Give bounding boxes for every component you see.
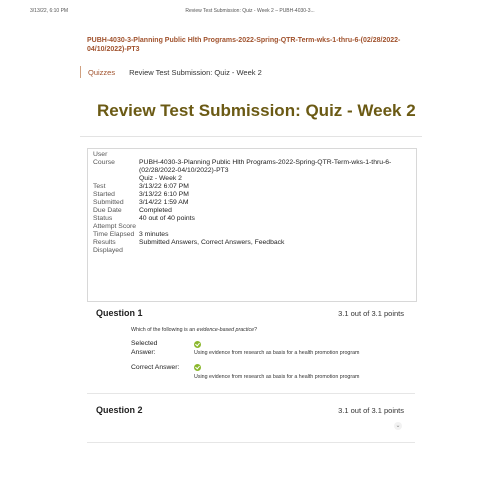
details-value: 3 minutes xyxy=(139,231,169,238)
correct-answer-text: Using evidence from research as basis fo… xyxy=(194,374,360,380)
details-value: Quiz - Week 2 xyxy=(139,175,182,182)
prompt-text: Which of the following is an xyxy=(131,327,197,333)
details-value: PUBH-4030-3-Planning Public Hlth Program… xyxy=(139,159,392,174)
details-value: 3/14/22 1:59 AM xyxy=(139,199,189,206)
question-divider xyxy=(87,393,415,394)
details-row: User xyxy=(93,151,409,159)
details-row: Time Elapsed 3 minutes xyxy=(93,231,409,239)
details-row: Started 3/13/22 6:10 PM xyxy=(93,191,409,199)
breadcrumb-current: Review Test Submission: Quiz - Week 2 xyxy=(129,67,262,77)
question-2-header: Question 2 3.1 out of 3.1 points xyxy=(96,405,404,419)
details-label: Submitted xyxy=(93,199,124,206)
details-row: Attempt Score xyxy=(93,223,409,231)
details-row: Submitted 3/14/22 1:59 AM xyxy=(93,199,409,207)
check-circle-icon xyxy=(194,341,201,348)
details-label: Status xyxy=(93,215,113,222)
breadcrumb: Quizzes Review Test Submission: Quiz - W… xyxy=(80,66,262,78)
content-bottom-divider xyxy=(87,442,415,443)
details-row: Results Displayed Submitted Answers, Cor… xyxy=(93,239,409,255)
submission-details-panel: User Course PUBH-4030-3-Planning Public … xyxy=(87,148,417,302)
print-header: 3/13/22, 6:10 PM Review Test Submission:… xyxy=(0,8,500,18)
details-value xyxy=(139,223,409,231)
details-row: Quiz - Week 2 xyxy=(93,175,409,183)
course-title-link[interactable]: PUBH-4030-3-Planning Public Hlth Program… xyxy=(87,36,407,54)
details-value: 3/13/22 6:10 PM xyxy=(139,191,189,198)
details-value: Completed xyxy=(139,207,172,214)
question-title: Question 2 xyxy=(96,405,143,415)
details-value: Submitted Answers, Correct Answers, Feed… xyxy=(139,239,285,246)
details-value xyxy=(139,151,409,159)
details-label: Time Elapsed xyxy=(93,231,135,238)
breadcrumb-quizzes-link[interactable]: Quizzes xyxy=(88,68,115,77)
breadcrumb-divider xyxy=(80,66,81,78)
print-page-title: Review Test Submission: Quiz - Week 2 – … xyxy=(185,8,315,14)
details-row: Course PUBH-4030-3-Planning Public Hlth … xyxy=(93,159,409,175)
selected-answer-text: Using evidence from research as basis fo… xyxy=(194,350,360,356)
details-label: Due Date xyxy=(93,207,122,214)
question-score: 3.1 out of 3.1 points xyxy=(338,309,404,318)
check-circle-icon xyxy=(194,364,201,371)
question-title: Question 1 xyxy=(96,308,143,318)
submission-details-table: User Course PUBH-4030-3-Planning Public … xyxy=(93,151,409,255)
details-label: Course xyxy=(93,159,115,166)
details-value: 40 out of 40 points xyxy=(139,215,195,222)
prompt-end: ? xyxy=(254,327,258,333)
details-label: Test xyxy=(93,183,106,190)
details-row: Due Date Completed xyxy=(93,207,409,215)
chevron-down-icon[interactable]: ⌄ xyxy=(394,422,402,430)
details-row: Test 3/13/22 6:07 PM xyxy=(93,183,409,191)
details-label: Attempt Score xyxy=(93,223,137,230)
correct-answer-label: Correct Answer: xyxy=(131,364,180,371)
details-label: User xyxy=(93,151,108,158)
details-label: Results Displayed xyxy=(93,239,123,254)
question-1-header: Question 1 3.1 out of 3.1 points xyxy=(96,308,404,322)
question-prompt: Which of the following is an evidence-ba… xyxy=(131,327,257,333)
question-score: 3.1 out of 3.1 points xyxy=(338,406,404,415)
prompt-emphasis: evidence-based practice xyxy=(196,327,255,333)
details-row: Status 40 out of 40 points xyxy=(93,215,409,223)
details-label xyxy=(93,175,139,183)
page-title: Review Test Submission: Quiz - Week 2 xyxy=(97,101,416,120)
selected-answer-label: Selected Answer: xyxy=(131,340,158,356)
details-value: 3/13/22 6:07 PM xyxy=(139,183,189,190)
details-label: Started xyxy=(93,191,115,198)
title-divider xyxy=(80,136,422,137)
